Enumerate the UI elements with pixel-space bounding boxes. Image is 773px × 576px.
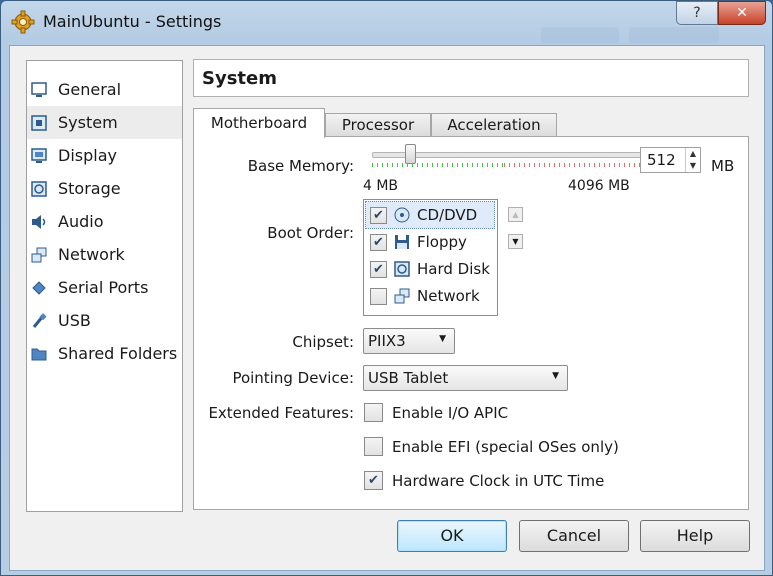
base-memory-label: Base Memory: (247, 157, 354, 175)
memory-safe-range (372, 163, 504, 167)
folder-icon (31, 346, 47, 362)
disc-icon (31, 180, 47, 197)
sidebar-item-label: Storage (58, 179, 121, 198)
title-bar[interactable]: MainUbuntu - Settings ? ✕ (1, 1, 772, 45)
sidebar-item-audio[interactable]: Audio (27, 205, 182, 238)
chevron-down-icon: ▼ (439, 334, 446, 344)
sidebar-item-label: Shared Folders (58, 344, 178, 363)
list-item[interactable]: ✔ CD/DVD (365, 201, 495, 229)
serial-port-icon (31, 280, 47, 296)
usb-icon (31, 312, 47, 329)
checkbox-checked[interactable]: ✔ (370, 206, 387, 224)
memory-min-label: 4 MB (363, 178, 399, 194)
sidebar-item-serial-ports[interactable]: Serial Ports (27, 271, 182, 304)
list-item[interactable]: ✔ Hard Disk (365, 256, 495, 282)
chipset-value: PIIX3 (368, 332, 406, 350)
gear-icon (11, 10, 35, 34)
speaker-icon (31, 214, 47, 230)
pointing-device-label: Pointing Device: (232, 369, 354, 387)
sidebar-item-shared-folders[interactable]: Shared Folders (27, 337, 182, 370)
io-apic-checkbox[interactable]: Enable I/O APIC (364, 403, 508, 422)
sidebar-item-label: Display (58, 146, 117, 165)
display-icon (31, 147, 47, 164)
sidebar-item-system[interactable]: System (27, 106, 182, 139)
cd-icon (394, 207, 410, 223)
hard-disk-icon (394, 261, 410, 277)
checkbox-unchecked[interactable] (364, 437, 383, 456)
memory-max-label: 4096 MB (568, 178, 630, 194)
io-apic-label: Enable I/O APIC (392, 403, 509, 422)
sidebar-item-storage[interactable]: Storage (27, 172, 182, 205)
move-down-button[interactable]: ▼ (508, 234, 523, 249)
page-header: System (193, 59, 749, 97)
sidebar-item-label: Network (58, 245, 125, 264)
checkbox-checked[interactable]: ✔ (364, 471, 383, 490)
utc-clock-label: Hardware Clock in UTC Time (392, 471, 605, 490)
checkbox-unchecked[interactable] (364, 403, 383, 422)
help-button[interactable]: Help (640, 520, 750, 552)
move-up-button[interactable]: ▲ (508, 207, 523, 222)
window-title: MainUbuntu - Settings (43, 12, 222, 31)
memory-slider-handle[interactable] (405, 144, 416, 164)
spin-arrows[interactable]: ▲ ▼ (685, 148, 700, 172)
sidebar-item-network[interactable]: Network (27, 238, 182, 271)
tab-acceleration[interactable]: Acceleration (431, 113, 557, 136)
sidebar-item-label: Audio (58, 212, 104, 231)
checkbox-checked[interactable]: ✔ (370, 260, 387, 278)
chipset-label: Chipset: (292, 333, 354, 351)
dialog-client-area: General System Display Storage Audio Net… (9, 45, 765, 571)
memory-spinbox[interactable]: 512 ▲ ▼ (640, 147, 701, 173)
checkbox-unchecked[interactable] (370, 287, 387, 305)
help-window-button[interactable]: ? (676, 1, 718, 25)
sidebar-item-display[interactable]: Display (27, 139, 182, 172)
checkbox-checked[interactable]: ✔ (370, 233, 387, 251)
boot-item-label: Floppy (417, 233, 467, 251)
chipset-select[interactable]: PIIX3 ▼ (363, 328, 455, 354)
sidebar-item-label: Serial Ports (58, 278, 149, 297)
sidebar-item-general[interactable]: General (27, 73, 182, 106)
network-icon (31, 247, 47, 263)
pointing-device-select[interactable]: USB Tablet ▼ (363, 365, 568, 391)
background-window-tab (629, 27, 719, 43)
memory-warning-range (504, 163, 642, 167)
boot-order-list[interactable]: ✔ CD/DVD ✔ Floppy ✔ Hard Disk Network (363, 199, 498, 316)
sidebar-item-label: General (58, 80, 122, 99)
boot-item-label: CD/DVD (417, 206, 478, 224)
memory-unit: MB (711, 157, 735, 175)
monitor-icon (31, 81, 47, 98)
tab-motherboard[interactable]: Motherboard (193, 108, 325, 138)
efi-checkbox[interactable]: Enable EFI (special OSes only) (364, 437, 619, 456)
tab-processor[interactable]: Processor (325, 113, 431, 136)
network-icon (394, 288, 410, 304)
page-title: System (202, 68, 277, 89)
settings-sidebar: General System Display Storage Audio Net… (26, 60, 183, 512)
boot-item-label: Hard Disk (417, 260, 490, 278)
sidebar-item-usb[interactable]: USB (27, 304, 182, 337)
sidebar-item-label: USB (58, 311, 91, 330)
background-window-tab (541, 27, 619, 43)
extended-features-label: Extended Features: (208, 404, 354, 422)
efi-label: Enable EFI (special OSes only) (392, 437, 619, 456)
sidebar-item-label: System (58, 113, 118, 132)
boot-item-label: Network (417, 287, 480, 305)
chip-icon (31, 114, 47, 131)
cancel-button[interactable]: Cancel (519, 520, 629, 552)
motherboard-panel: Base Memory: 4 MB 4096 MB 512 ▲ ▼ MB Boot… (193, 136, 749, 510)
close-window-button[interactable]: ✕ (718, 1, 766, 25)
memory-value: 512 (647, 151, 676, 169)
boot-order-label: Boot Order: (267, 224, 354, 242)
floppy-icon (394, 234, 410, 250)
pointing-device-value: USB Tablet (368, 369, 449, 387)
list-item[interactable]: ✔ Floppy (365, 229, 495, 255)
utc-clock-checkbox[interactable]: ✔ Hardware Clock in UTC Time (364, 471, 604, 490)
ok-button[interactable]: OK (397, 520, 507, 552)
settings-window: MainUbuntu - Settings ? ✕ General System… (0, 0, 773, 576)
chevron-down-icon: ▼ (552, 371, 559, 381)
list-item[interactable]: Network (365, 283, 495, 309)
